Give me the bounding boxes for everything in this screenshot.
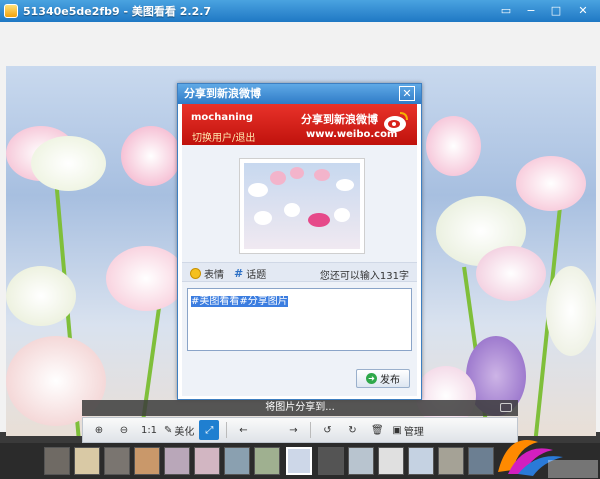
dialog-close-button[interactable]: ✕ [399, 86, 415, 101]
flower [334, 208, 350, 222]
thumbnail[interactable] [408, 447, 434, 475]
close-button[interactable]: ✕ [570, 2, 596, 19]
status-strip: 将图片分享到... [82, 400, 518, 416]
thumbnail-current[interactable] [286, 447, 312, 475]
viewer-toolbar: ⊕ ⊖ 1:1 ✎ 美化 ⤢ ← → ↺ ↻ 🗑 ▣ 管理 [82, 417, 518, 443]
window-title: 51340e5de2fb9 - 美图看看 2.2.7 [23, 5, 212, 18]
thumbnail[interactable] [194, 447, 220, 475]
send-arrow-icon: ➜ [366, 373, 377, 384]
previous-button[interactable]: ← [233, 420, 253, 440]
flower [516, 156, 586, 211]
manage-button[interactable]: ▣ 管理 [392, 420, 423, 440]
beautify-label: 美化 [174, 426, 195, 438]
thumbnail[interactable] [104, 447, 130, 475]
rotate-left-button[interactable]: ↺ [317, 420, 337, 440]
thumbnail[interactable] [44, 447, 70, 475]
flower [308, 213, 330, 227]
banner-slogan: 分享到新浪微博 [301, 113, 378, 126]
thumbnail[interactable] [134, 447, 160, 475]
restore-button[interactable]: ▭ [495, 2, 517, 19]
username: mochaning [191, 112, 253, 123]
thumbnail[interactable] [348, 447, 374, 475]
next-button[interactable]: → [283, 420, 303, 440]
topic-button[interactable]: # 话题 [234, 266, 266, 281]
switch-user-link[interactable]: 切换用户/退出 [192, 129, 255, 144]
title-bar: 51340e5de2fb9 - 美图看看 2.2.7 ▭ − □ ✕ [0, 0, 600, 22]
status-text: 将图片分享到... [265, 402, 335, 413]
dialog-title-bar: 分享到新浪微博 ✕ [178, 84, 421, 104]
manage-label: 管理 [403, 426, 424, 438]
fit-screen-button[interactable]: ⤢ [199, 420, 220, 440]
flower [336, 179, 354, 191]
thumbnail[interactable] [164, 447, 190, 475]
flower [6, 266, 76, 326]
flower [284, 203, 300, 217]
share-dialog: 分享到新浪微博 ✕ mochaning 切换用户/退出 分享到新浪微博 www.… [177, 83, 422, 400]
hash-icon: # [234, 267, 244, 280]
emoji-icon [190, 268, 201, 279]
manage-icon: ▣ [392, 424, 402, 436]
flower [254, 211, 272, 225]
thumbnail[interactable] [378, 447, 404, 475]
flower [106, 246, 186, 311]
flower [476, 246, 546, 301]
thumbnail[interactable] [224, 447, 250, 475]
char-count: 您还可以输入131字 [319, 271, 409, 282]
minimize-button[interactable]: − [520, 2, 542, 19]
flower [314, 169, 330, 181]
app-logo-icon [4, 4, 18, 18]
weibo-logo-icon [384, 112, 408, 132]
shared-image-preview [239, 158, 365, 254]
flower [426, 116, 481, 176]
flower [248, 183, 268, 197]
share-text-input[interactable]: #美图看看#分享图片 [187, 288, 412, 351]
thumbnail[interactable] [74, 447, 100, 475]
flower [546, 266, 596, 356]
camera-icon[interactable] [500, 403, 512, 412]
weibo-banner: mochaning 切换用户/退出 分享到新浪微博 www.weibo.com [182, 104, 417, 145]
dialog-tool-row: 表情 # 话题 您还可以输入131字 [182, 262, 417, 282]
maximize-button[interactable]: □ [545, 2, 567, 19]
flower [121, 126, 181, 186]
thumbnail[interactable] [254, 447, 280, 475]
publish-button[interactable]: ➜ 发布 [356, 369, 410, 388]
toolbar-divider [226, 422, 228, 438]
dialog-title: 分享到新浪微博 [184, 87, 261, 100]
zoom-in-button[interactable]: ⊕ [89, 420, 109, 440]
watermark-logo-icon [498, 440, 598, 478]
toolbar-divider [310, 422, 312, 438]
beautify-icon: ✎ [164, 424, 173, 436]
thumbnail[interactable] [318, 447, 344, 475]
actual-size-button[interactable]: 1:1 [139, 420, 159, 440]
flower [270, 171, 286, 185]
dialog-body: mochaning 切换用户/退出 分享到新浪微博 www.weibo.com [182, 104, 417, 396]
window-controls: ▭ − □ ✕ [495, 2, 596, 19]
flower [31, 136, 106, 191]
preview-image [244, 163, 360, 249]
delete-button[interactable]: 🗑 [367, 420, 387, 440]
zoom-out-button[interactable]: ⊖ [114, 420, 134, 440]
thumbnail[interactable] [438, 447, 464, 475]
flower [290, 167, 304, 179]
beautify-button[interactable]: ✎ 美化 [164, 420, 194, 440]
publish-label: 发布 [380, 375, 400, 386]
rotate-right-button[interactable]: ↻ [342, 420, 362, 440]
share-text-value: #美图看看#分享图片 [191, 296, 288, 307]
emoji-button[interactable]: 表情 [190, 266, 224, 281]
topic-label: 话题 [246, 270, 267, 281]
emoji-label: 表情 [204, 270, 224, 281]
